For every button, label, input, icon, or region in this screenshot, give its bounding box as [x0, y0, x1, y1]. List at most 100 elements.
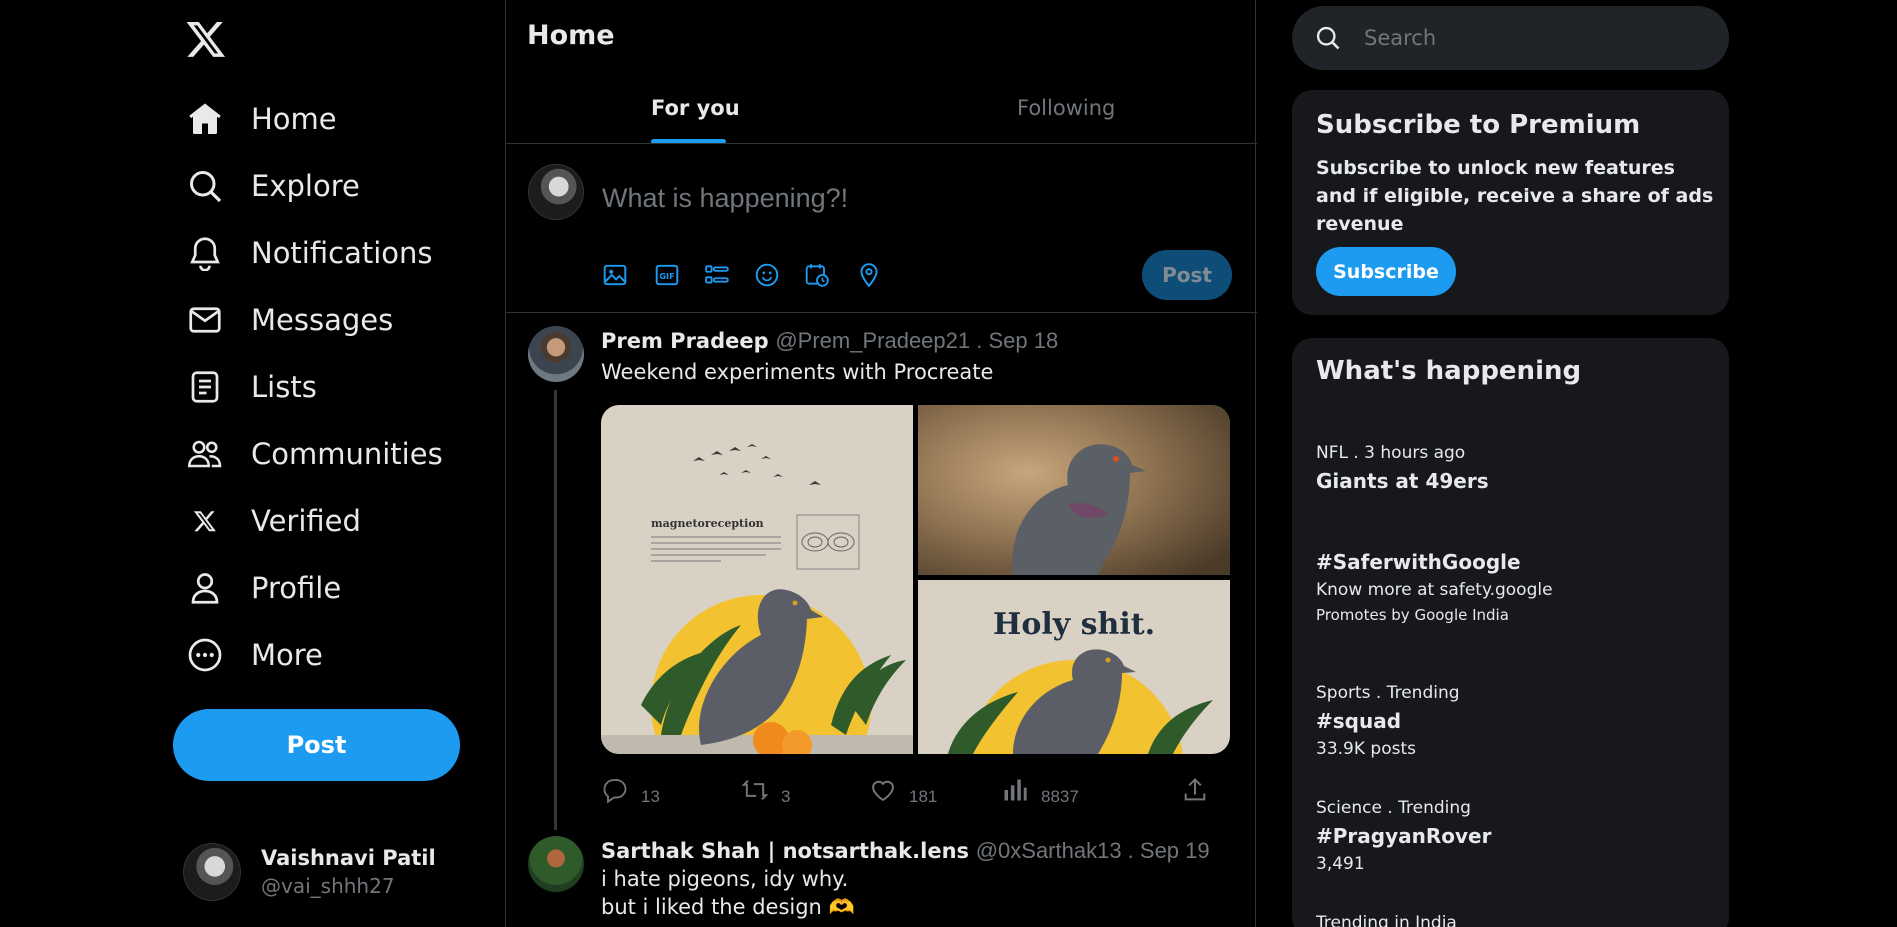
account-name: Vaishnavi Patil — [261, 846, 436, 870]
trend-item[interactable]: NFL . 3 hours ago Giants at 49ers — [1316, 443, 1716, 493]
media-caption: magnetoreception — [651, 517, 764, 530]
tweet-author-name[interactable]: Sarthak Shah | notsarthak.lens — [601, 839, 969, 863]
like-button[interactable]: 181 — [869, 776, 937, 809]
people-icon — [185, 434, 225, 474]
post-button[interactable]: Post — [173, 709, 460, 781]
avatar[interactable] — [528, 326, 584, 382]
tweet-image[interactable] — [918, 405, 1230, 575]
nav-communities[interactable]: Communities — [185, 426, 443, 482]
tab-following[interactable]: Following — [1017, 96, 1115, 120]
trend-subtext: Know more at safety.google — [1316, 580, 1553, 600]
tweet-author-handle[interactable]: @Prem_Pradeep21 . Sep 18 — [775, 328, 1058, 353]
tweet-media-grid[interactable]: magnetoreception Holy shit. — [601, 405, 1230, 754]
divider — [506, 312, 1257, 313]
nav-home[interactable]: Home — [185, 91, 337, 147]
like-count: 181 — [909, 786, 938, 806]
x-logo-icon — [185, 501, 225, 541]
tweet-author-handle[interactable]: @0xSarthak13 . Sep 19 — [976, 838, 1210, 863]
share-icon — [1181, 776, 1209, 809]
nav-label-home: Home — [251, 102, 337, 136]
nav-label-profile: Profile — [251, 571, 342, 605]
search-input[interactable] — [1364, 26, 1694, 50]
tweet-header: Sarthak Shah | notsarthak.lens @0xSartha… — [601, 838, 1210, 864]
nav-notifications[interactable]: Notifications — [185, 225, 433, 281]
retweet-button[interactable]: 3 — [741, 776, 790, 809]
trend-item[interactable]: Trending in India — [1316, 913, 1716, 927]
emoji-icon[interactable] — [752, 260, 782, 290]
avatar[interactable] — [528, 164, 584, 220]
nav-more[interactable]: More — [185, 627, 323, 683]
schedule-icon[interactable] — [802, 260, 832, 290]
thread-line — [554, 390, 557, 830]
main-timeline: Home For you Following GIF Post Prem Pra… — [505, 0, 1257, 927]
reply-button[interactable]: 13 — [601, 776, 660, 809]
views-chart-icon — [1001, 776, 1029, 809]
views-button[interactable]: 8837 — [1001, 776, 1079, 809]
tweet-author-name[interactable]: Prem Pradeep — [601, 329, 769, 353]
svg-text:GIF: GIF — [659, 271, 674, 281]
location-icon[interactable] — [854, 260, 884, 290]
tweet-text: Weekend experiments with Procreate — [601, 360, 994, 384]
divider — [506, 143, 1257, 144]
tweet-image[interactable]: Holy shit. — [918, 580, 1230, 754]
left-sidebar: Home Explore Notifications Messages List… — [0, 0, 505, 927]
envelope-icon — [185, 300, 225, 340]
gif-icon[interactable]: GIF — [652, 260, 682, 290]
compose-post-button[interactable]: Post — [1142, 250, 1232, 300]
trends-card: What's happening NFL . 3 hours ago Giant… — [1292, 338, 1729, 927]
compose-input[interactable] — [602, 180, 1202, 216]
share-button[interactable] — [1181, 776, 1209, 809]
nav-profile[interactable]: Profile — [185, 560, 341, 616]
nav-explore[interactable]: Explore — [185, 158, 360, 214]
more-circle-icon — [185, 635, 225, 675]
tweet-image[interactable]: magnetoreception — [601, 405, 913, 754]
bell-icon — [185, 233, 225, 273]
nav-label-notifications: Notifications — [251, 236, 433, 270]
account-switcher[interactable]: Vaishnavi Patil @vai_shhh27 — [183, 843, 436, 901]
retweet-icon — [741, 776, 769, 809]
nav-label-verified: Verified — [251, 504, 361, 538]
subscribe-button[interactable]: Subscribe — [1316, 247, 1456, 296]
nav-label-messages: Messages — [251, 303, 394, 337]
account-handle: @vai_shhh27 — [261, 874, 395, 898]
nav-verified[interactable]: Verified — [185, 493, 361, 549]
search-bar[interactable] — [1292, 6, 1729, 70]
tweet-text: but i liked the design 🫶 — [601, 895, 855, 919]
trend-name: #SaferwithGoogle — [1316, 550, 1521, 574]
views-count: 8837 — [1041, 786, 1079, 806]
reply-icon — [601, 776, 629, 809]
x-logo-icon[interactable] — [185, 18, 227, 60]
trend-meta: Science . Trending — [1316, 798, 1471, 818]
person-icon — [185, 568, 225, 608]
media-caption: Holy shit. — [993, 607, 1155, 642]
trend-meta: NFL . 3 hours ago — [1316, 443, 1466, 463]
trends-title: What's happening — [1316, 356, 1582, 386]
nav-label-more: More — [251, 638, 323, 672]
poll-icon[interactable] — [702, 260, 732, 290]
tweet-text: i hate pigeons, idy why. — [601, 867, 849, 891]
retweet-count: 3 — [781, 786, 791, 806]
page-title: Home — [527, 20, 615, 51]
trend-name: #squad — [1316, 709, 1402, 733]
image-icon[interactable] — [600, 260, 630, 290]
nav-lists[interactable]: Lists — [185, 359, 317, 415]
search-icon — [185, 166, 225, 206]
premium-description: Subscribe to unlock new features and if … — [1316, 157, 1714, 235]
home-icon — [185, 99, 225, 139]
trend-item[interactable]: #SaferwithGoogle Know more at safety.goo… — [1316, 550, 1716, 624]
tweet-actions: 13 3 181 8837 — [601, 776, 1230, 806]
search-icon — [1314, 24, 1342, 52]
premium-card: Subscribe to Premium Subscribe to unlock… — [1292, 90, 1729, 315]
trend-post-count: 33.9K posts — [1316, 739, 1416, 759]
nav-messages[interactable]: Messages — [185, 292, 393, 348]
avatar[interactable] — [528, 836, 584, 892]
trend-item[interactable]: Science . Trending #PragyanRover 3,491 — [1316, 798, 1716, 874]
trend-post-count: 3,491 — [1316, 854, 1365, 874]
tab-for-you[interactable]: For you — [651, 96, 740, 120]
nav-label-lists: Lists — [251, 370, 317, 404]
heart-icon — [869, 776, 897, 809]
avatar — [183, 843, 241, 901]
trend-name: #PragyanRover — [1316, 824, 1492, 848]
trend-meta: Trending in India — [1316, 913, 1457, 927]
trend-item[interactable]: Sports . Trending #squad 33.9K posts — [1316, 683, 1716, 759]
